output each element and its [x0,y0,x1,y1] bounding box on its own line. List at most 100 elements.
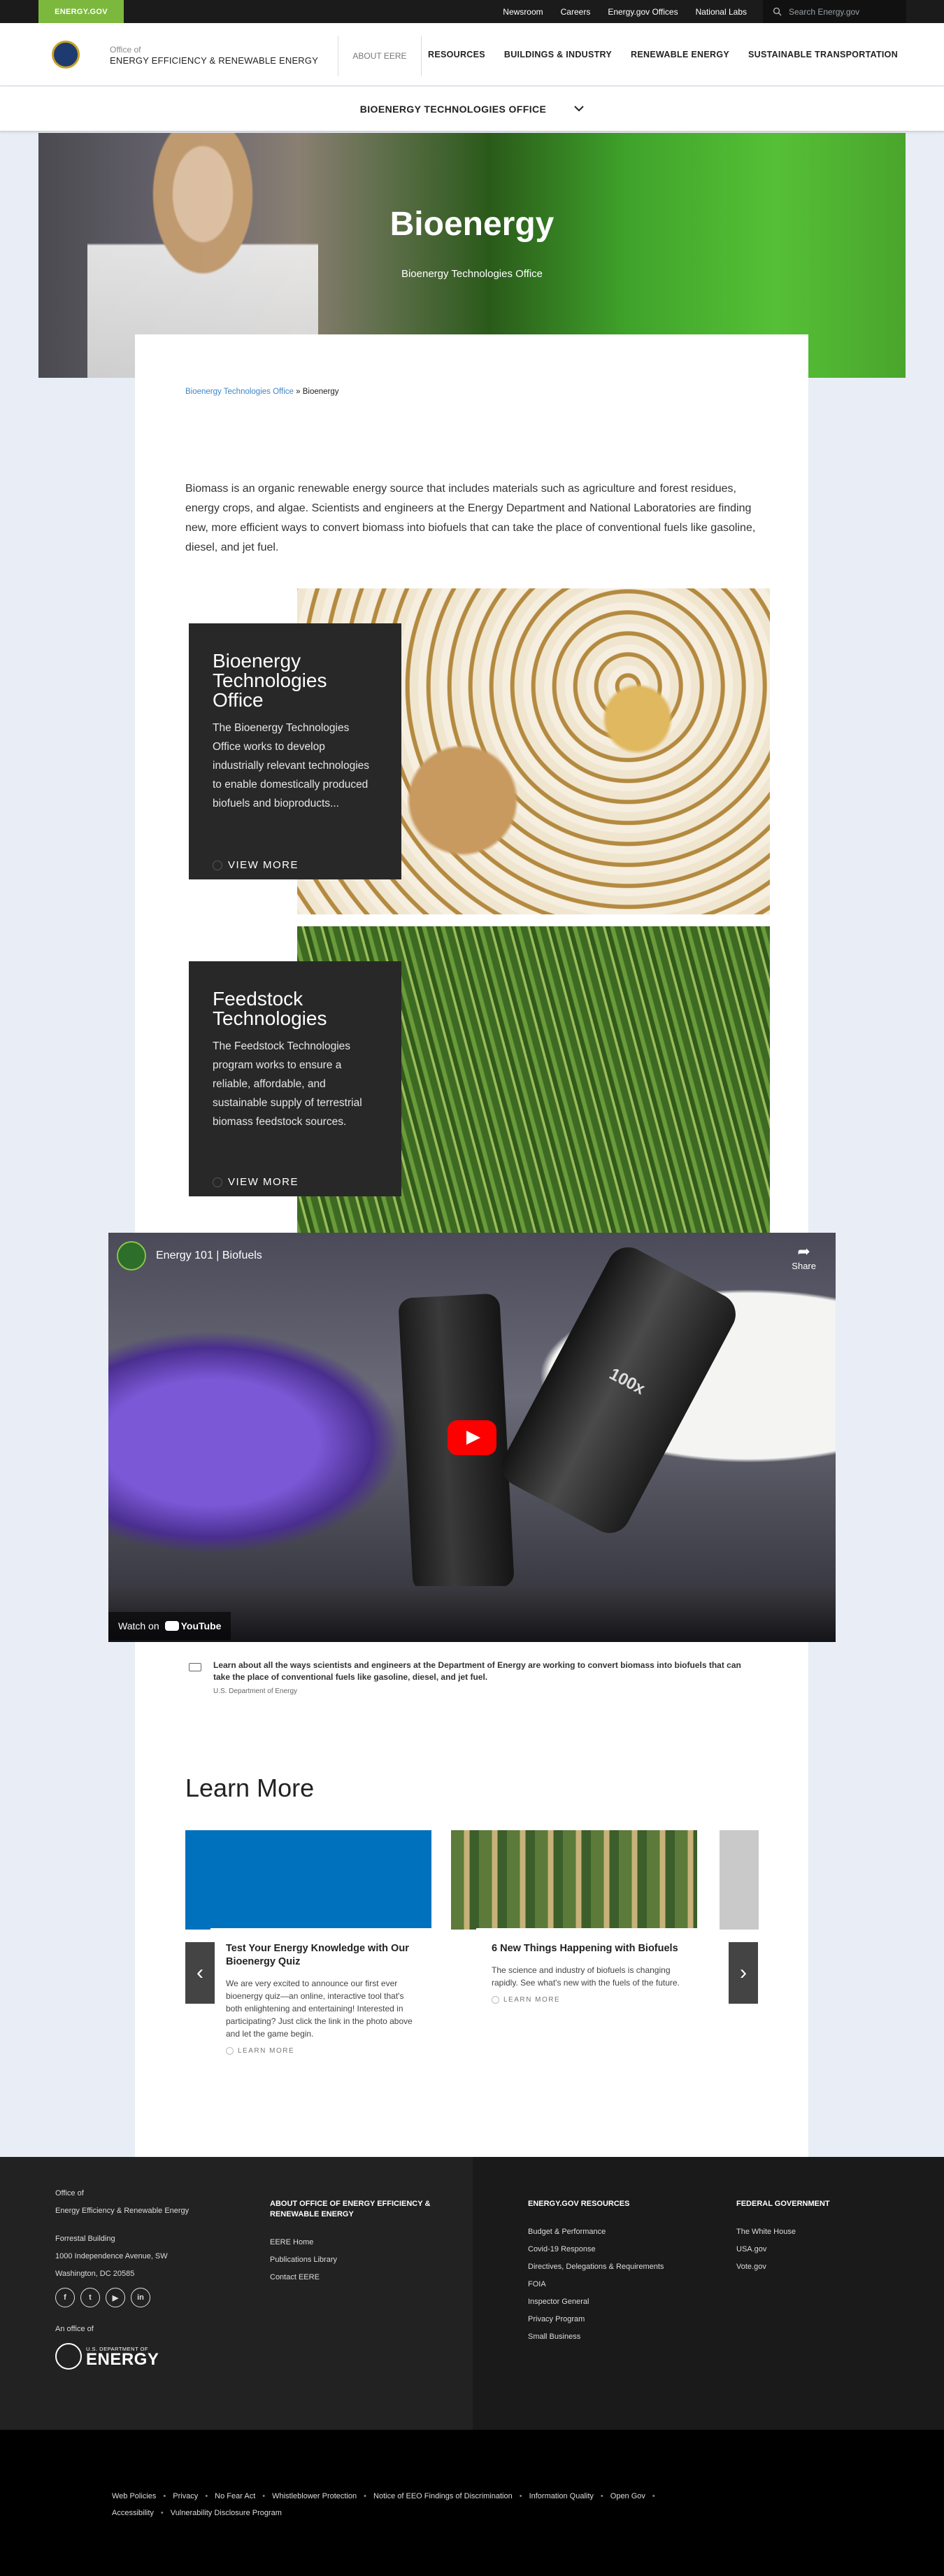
social-links: f t ▶ in [55,2288,150,2307]
address-line: Forrestal Building [55,2235,115,2243]
footer-column-federal: FEDERAL GOVERNMENT The White House USA.g… [736,2199,862,2279]
watch-on-label: Watch on [118,1620,159,1632]
view-more-link[interactable]: VIEW MORE [213,859,299,871]
footer-link[interactable]: Directives, Delegations & Requirements [528,2262,668,2272]
utility-link-labs[interactable]: National Labs [696,7,747,17]
legal-bar: Web Policies • Privacy • No Fear Act • Whis… [0,2430,944,2576]
legal-links-row: Accessibility • Vulnerability Disclosure … [112,2509,282,2517]
feature-text: The Feedstock Technologies program works… [213,1040,362,1128]
youtube-icon[interactable]: ▶ [106,2288,125,2307]
doe-seal-icon [55,2343,82,2370]
footer-link[interactable]: Vote.gov [736,2262,862,2272]
utility-link-offices[interactable]: Energy.gov Offices [608,7,678,17]
legal-link[interactable]: Open Gov [610,2492,645,2500]
footer-heading: FEDERAL GOVERNMENT [736,2200,830,2208]
footer-link[interactable]: Covid-19 Response [528,2244,668,2255]
energy-gov-badge[interactable]: ENERGY.GOV [38,0,124,23]
learn-more-card[interactable]: 6 New Things Happening with Biofuels The… [451,1830,697,2089]
play-button[interactable] [448,1420,496,1455]
carousel-next-button[interactable]: › [729,1942,758,2004]
feature-title: Feedstock Technologies [213,988,327,1029]
share-button[interactable]: ➦ Share [792,1243,816,1271]
card-text: The science and industry of biofuels is … [492,1965,680,1988]
utility-link-newsroom[interactable]: Newsroom [503,7,543,17]
carousel-prev-button[interactable]: ‹ [185,1942,215,2004]
utility-bar: ENERGY.GOV Newsroom Careers Energy.gov O… [0,0,944,23]
chevron-down-icon [574,106,584,112]
nav-resources[interactable]: RESOURCES [428,50,485,59]
learn-more-carousel: Test Your Energy Knowledge with Our Bioe… [185,1830,759,2089]
video-player[interactable]: 100x Energy 101 | Biofuels ➦ Share Watch … [108,1233,836,1642]
search-input[interactable]: Search Energy.gov [763,0,906,23]
footer-heading: ENERGY.GOV RESOURCES [528,2200,630,2208]
card-image[interactable] [451,1830,697,1930]
channel-avatar[interactable] [117,1241,146,1271]
footer-link[interactable]: Budget & Performance [528,2227,668,2237]
learn-more-link[interactable]: LEARN MORE [492,1996,682,2004]
learn-more-card[interactable]: Test Your Energy Knowledge with Our Bioe… [185,1830,431,2089]
site-footer: Office of Energy Efficiency & Renewable … [0,2157,944,2430]
view-more-link[interactable]: VIEW MORE [213,1176,299,1188]
nav-sustainable-transportation[interactable]: SUSTAINABLE TRANSPORTATION [748,50,898,59]
legal-link[interactable]: Whistleblower Protection [272,2492,357,2500]
learn-more-link[interactable]: LEARN MORE [226,2047,416,2055]
footer-office-of: Office of [55,2189,84,2198]
twitter-icon[interactable]: t [80,2288,100,2307]
video-glove [108,1331,402,1555]
card-title[interactable]: Test Your Energy Knowledge with Our Bioe… [226,1942,416,1969]
footer-link[interactable]: The White House [736,2227,862,2237]
legal-link[interactable]: Notice of EEO Findings of Discrimination [373,2492,513,2500]
office-dropdown-label: BIOENERGY TECHNOLOGIES OFFICE [359,103,547,115]
card-title[interactable]: 6 New Things Happening with Biofuels [492,1942,682,1955]
circle-icon [213,860,222,870]
footer-link[interactable]: USA.gov [736,2244,862,2255]
legal-link[interactable]: No Fear Act [215,2492,255,2500]
about-eere-link[interactable]: ABOUT EERE [338,36,422,76]
main-nav: RESOURCES BUILDINGS & INDUSTRY RENEWABLE… [428,23,898,86]
footer-address: Forrestal Building 1000 Independence Ave… [55,2230,168,2283]
video-caption: Learn about all the ways scientists and … [213,1660,741,1682]
legal-link[interactable]: Accessibility [112,2509,154,2517]
intro-paragraph: Biomass is an organic renewable energy s… [185,483,756,553]
page-subtitle: Bioenergy Technologies Office [401,268,543,280]
search-icon[interactable] [773,7,782,16]
footer-link[interactable]: Privacy Program [528,2314,668,2325]
linkedin-icon[interactable]: in [131,2288,150,2307]
feature-card[interactable]: Bioenergy Technologies Office The Bioene… [189,623,401,879]
footer-link[interactable]: Inspector General [528,2297,668,2307]
footer-link[interactable]: Publications Library [270,2255,452,2265]
watch-on-youtube-button[interactable]: Watch on YouTube [108,1612,231,1640]
doe-seal-logo[interactable] [52,41,80,69]
address-line: 1000 Independence Avenue, SW [55,2252,168,2260]
nav-buildings-industry[interactable]: BUILDINGS & INDUSTRY [504,50,612,59]
legal-link[interactable]: Information Quality [529,2492,594,2500]
footer-link[interactable]: Contact EERE [270,2272,452,2283]
legal-link[interactable]: Privacy [173,2492,198,2500]
video-title[interactable]: Energy 101 | Biofuels [156,1250,262,1262]
legal-link[interactable]: Web Policies [112,2492,156,2500]
an-office-of-label: An office of [55,2325,94,2333]
footer-link[interactable]: EERE Home [270,2237,452,2248]
footer-heading: ABOUT OFFICE OF ENERGY EFFICIENCY & RENE… [270,2200,431,2218]
breadcrumb: Bioenergy Technologies Office » Bioenerg… [185,388,339,396]
feature-card[interactable]: Feedstock Technologies The Feedstock Tec… [189,961,401,1196]
utility-link-careers[interactable]: Careers [561,7,591,17]
footer-link[interactable]: FOIA [528,2279,668,2290]
footer-column-eere: ABOUT OFFICE OF ENERGY EFFICIENCY & RENE… [270,2199,452,2290]
card-image[interactable] [720,1830,759,1930]
office-dropdown[interactable]: BIOENERGY TECHNOLOGIES OFFICE [0,87,944,132]
address-line: Washington, DC 20585 [55,2270,135,2278]
nav-renewable-energy[interactable]: RENEWABLE ENERGY [631,50,729,59]
facebook-icon[interactable]: f [55,2288,75,2307]
office-name[interactable]: ENERGY EFFICIENCY & RENEWABLE ENERGY [110,55,318,66]
doe-logo[interactable]: U.S. DEPARTMENT OF ENERGY [55,2343,159,2370]
card-body: Test Your Energy Knowledge with Our Bioe… [210,1928,431,2055]
office-of-label: Office of [110,45,141,55]
legal-link[interactable]: Vulnerability Disclosure Program [171,2509,282,2517]
breadcrumb-link[interactable]: Bioenergy Technologies Office [185,388,294,396]
utility-links: Newsroom Careers Energy.gov Offices Nati… [503,0,747,23]
footer-office-name[interactable]: Energy Efficiency & Renewable Energy [55,2207,189,2215]
footer-link[interactable]: Small Business [528,2332,668,2342]
card-image[interactable] [185,1830,431,1930]
video-title-bar[interactable]: Energy 101 | Biofuels [117,1241,262,1271]
